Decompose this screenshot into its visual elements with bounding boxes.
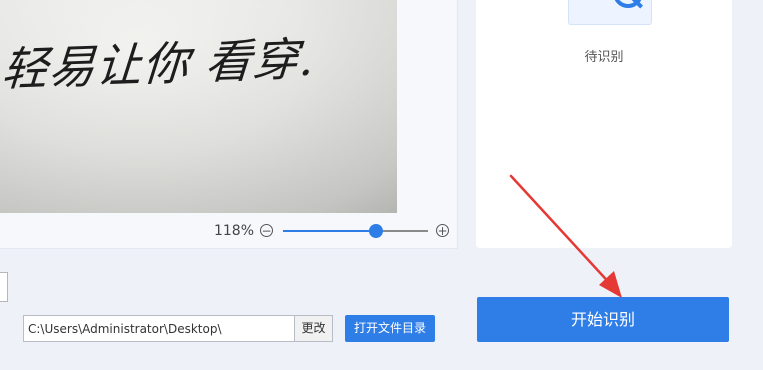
document-magnifier-icon — [568, 0, 652, 25]
open-folder-button[interactable]: 打开文件目录 — [345, 315, 435, 342]
output-path-input[interactable] — [23, 315, 294, 342]
zoom-level-label: 118% — [213, 222, 254, 239]
zoom-in-icon[interactable]: + — [436, 224, 449, 237]
start-recognition-button[interactable]: 开始识别 — [477, 297, 729, 342]
handwriting-text: 轻易让你 看穿. — [0, 31, 317, 97]
zoom-slider-fill — [283, 229, 376, 232]
zoom-out-icon[interactable]: − — [260, 224, 273, 237]
zoom-slider-handle[interactable] — [368, 223, 383, 238]
change-path-button[interactable]: 更改 — [294, 315, 333, 342]
zoom-bar: 118% − + — [0, 213, 457, 248]
image-panel: 轻易让你 看穿. 118% − + — [0, 0, 458, 249]
result-panel: 待识别 — [476, 0, 732, 248]
annotation-arrow-head — [599, 271, 622, 298]
recognition-status: 待识别 — [584, 50, 624, 65]
zoom-slider[interactable] — [283, 223, 428, 238]
collapsed-control[interactable] — [0, 272, 8, 302]
image-preview: 轻易让你 看穿. — [0, 0, 397, 213]
